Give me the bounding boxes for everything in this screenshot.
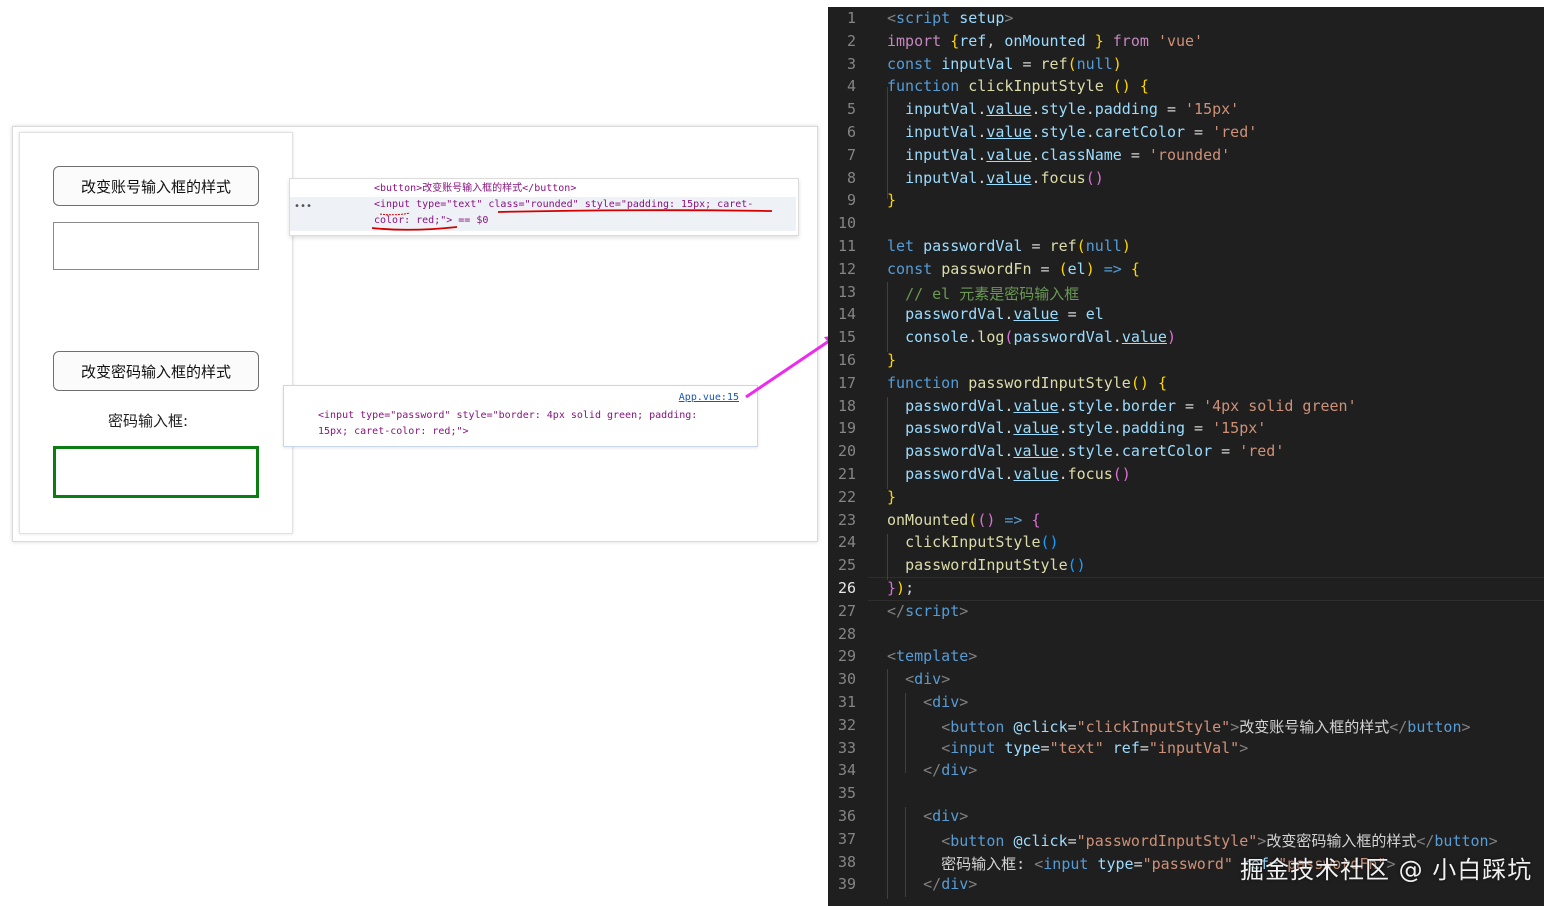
code-line[interactable]: } <box>887 351 896 369</box>
code-line[interactable]: <div> <box>887 693 968 711</box>
source-link[interactable]: App.vue:15 <box>679 390 739 406</box>
line-number: 35 <box>837 784 856 802</box>
code-line[interactable]: onMounted(() => { <box>887 511 1041 529</box>
code-line[interactable]: inputVal.value.className = 'rounded' <box>887 146 1230 164</box>
change-account-style-button[interactable]: 改变账号输入框的样式 <box>53 166 259 206</box>
watermark: 掘金技术社区 @ 小白踩坑 <box>1240 856 1533 884</box>
line-number: 24 <box>837 533 856 551</box>
console-log-snippet: App.vue:15 <input type="password" style=… <box>283 385 758 447</box>
line-number: 32 <box>837 716 856 734</box>
code-line[interactable]: console.log(passwordVal.value) <box>887 328 1176 346</box>
line-number: 29 <box>837 647 856 665</box>
line-number: 37 <box>837 830 856 848</box>
code-line[interactable]: passwordVal.value.focus() <box>887 465 1131 483</box>
line-number: 15 <box>837 328 856 346</box>
line-number: 16 <box>837 351 856 369</box>
account-input[interactable] <box>53 222 259 270</box>
code-line[interactable]: <template> <box>887 647 977 665</box>
console-input-node-cont: 15px; caret-color: red;"> <box>318 426 469 437</box>
line-number: 10 <box>837 214 856 232</box>
line-number: 11 <box>837 237 856 255</box>
code-line[interactable]: </div> <box>887 761 977 779</box>
line-number: 7 <box>846 146 856 164</box>
code-line[interactable]: <div> <box>887 807 968 825</box>
line-number: 27 <box>837 602 856 620</box>
line-number: 20 <box>837 442 856 460</box>
code-line[interactable]: passwordVal.value.style.caretColor = 're… <box>887 442 1284 460</box>
code-line[interactable]: const inputVal = ref(null) <box>887 55 1122 73</box>
console-input-node[interactable]: <input type="password" style="border: 4p… <box>318 408 697 424</box>
line-number: 3 <box>846 55 856 73</box>
line-number: 4 <box>846 77 856 95</box>
line-number: 21 <box>837 465 856 483</box>
line-number: 14 <box>837 305 856 323</box>
code-line[interactable]: const passwordFn = (el) => { <box>887 260 1140 278</box>
code-line[interactable]: inputVal.value.focus() <box>887 169 1104 187</box>
line-number: 18 <box>837 397 856 415</box>
code-line[interactable]: }); <box>887 579 914 597</box>
line-number: 39 <box>837 875 856 893</box>
red-underline-marks <box>371 209 773 231</box>
line-number: 6 <box>846 123 856 141</box>
code-line[interactable]: inputVal.value.style.caretColor = 'red' <box>887 123 1257 141</box>
line-number: 30 <box>837 670 856 688</box>
line-number-active: 26 <box>837 579 856 597</box>
line-number: 17 <box>837 374 856 392</box>
change-password-style-button[interactable]: 改变密码输入框的样式 <box>53 351 259 391</box>
code-line[interactable]: <button @click="passwordInputStyle">改变密码… <box>887 830 1497 851</box>
line-number: 34 <box>837 761 856 779</box>
code-line[interactable]: let passwordVal = ref(null) <box>887 237 1131 255</box>
code-line[interactable]: <div> <box>887 670 950 688</box>
code-line[interactable]: passwordVal.value.style.padding = '15px' <box>887 419 1266 437</box>
code-line[interactable]: } <box>887 191 896 209</box>
password-label: 密码输入框: <box>108 412 189 430</box>
code-editor[interactable]: 1 2 3 4 5 6 7 8 9 10 11 12 13 14 15 16 1… <box>828 7 1544 906</box>
code-line[interactable]: <button @click="clickInputStyle">改变账号输入框… <box>887 716 1470 737</box>
line-number: 8 <box>846 169 856 187</box>
password-input[interactable] <box>53 446 259 498</box>
line-number: 22 <box>837 488 856 506</box>
code-line[interactable]: function clickInputStyle () { <box>887 77 1149 95</box>
code-line[interactable]: inputVal.value.style.padding = '15px' <box>887 100 1239 118</box>
line-number: 28 <box>837 625 856 643</box>
code-line[interactable]: } <box>887 488 896 506</box>
line-number: 5 <box>846 100 856 118</box>
code-line[interactable]: passwordVal.value = el <box>887 305 1104 323</box>
current-line-highlight <box>868 577 1544 601</box>
line-number: 19 <box>837 419 856 437</box>
line-number: 9 <box>846 191 856 209</box>
code-line[interactable]: function passwordInputStyle() { <box>887 374 1167 392</box>
line-number: 36 <box>837 807 856 825</box>
code-line[interactable]: <script setup> <box>887 9 1013 27</box>
line-number: 2 <box>846 32 856 50</box>
code-line[interactable]: import {ref, onMounted } from 'vue' <box>887 32 1203 50</box>
code-line[interactable]: passwordInputStyle() <box>887 556 1086 574</box>
line-number: 12 <box>837 260 856 278</box>
line-number: 13 <box>837 283 856 301</box>
code-line[interactable]: // el 元素是密码输入框 <box>887 283 1079 304</box>
line-number-gutter: 1 2 3 4 5 6 7 8 9 10 11 12 13 14 15 16 1… <box>828 7 868 906</box>
line-number: 38 <box>837 853 856 871</box>
code-line[interactable]: </script> <box>887 602 968 620</box>
line-number: 33 <box>837 739 856 757</box>
code-line[interactable]: </div> <box>887 875 977 893</box>
devtools-elements-snippet: ••• <button>改变账号输入框的样式</button> <input t… <box>289 178 799 236</box>
code-line[interactable]: clickInputStyle() <box>887 533 1059 551</box>
line-number: 1 <box>846 9 856 27</box>
code-line[interactable]: <input type="text" ref="inputVal"> <box>887 739 1248 757</box>
line-number: 31 <box>837 693 856 711</box>
line-number: 23 <box>837 511 856 529</box>
code-line[interactable]: passwordVal.value.style.border = '4px so… <box>887 397 1357 415</box>
line-number: 25 <box>837 556 856 574</box>
